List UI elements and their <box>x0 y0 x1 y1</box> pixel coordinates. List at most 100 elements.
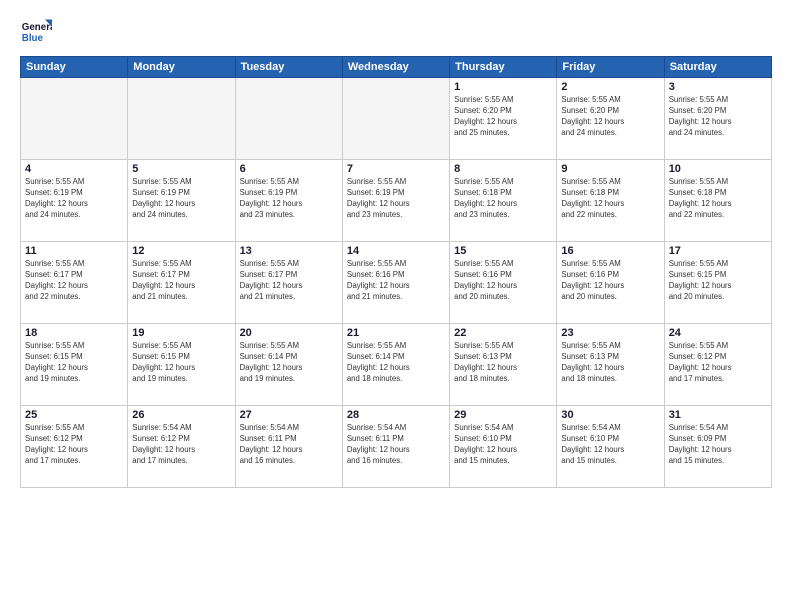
calendar-cell: 27 Sunrise: 5:54 AM Sunset: 6:11 PM Dayli… <box>235 406 342 488</box>
calendar-header-saturday: Saturday <box>664 57 771 78</box>
calendar-cell <box>342 78 449 160</box>
calendar-cell <box>21 78 128 160</box>
calendar-header-sunday: Sunday <box>21 57 128 78</box>
calendar-cell: 8 Sunrise: 5:55 AM Sunset: 6:18 PM Daylig… <box>450 160 557 242</box>
page: General Blue SundayMondayTuesdayWednesda… <box>0 0 792 612</box>
day-number: 23 <box>561 327 659 339</box>
day-info: Sunrise: 5:55 AM Sunset: 6:20 PM Dayligh… <box>561 95 659 139</box>
day-number: 31 <box>669 409 767 421</box>
day-info: Sunrise: 5:55 AM Sunset: 6:15 PM Dayligh… <box>25 341 123 385</box>
logo: General Blue <box>20 16 52 48</box>
calendar-header-thursday: Thursday <box>450 57 557 78</box>
day-number: 28 <box>347 409 445 421</box>
calendar-cell: 10 Sunrise: 5:55 AM Sunset: 6:18 PM Dayli… <box>664 160 771 242</box>
calendar-cell: 15 Sunrise: 5:55 AM Sunset: 6:16 PM Dayli… <box>450 242 557 324</box>
day-number: 8 <box>454 163 552 175</box>
day-info: Sunrise: 5:55 AM Sunset: 6:19 PM Dayligh… <box>240 177 338 221</box>
calendar-week-3: 11 Sunrise: 5:55 AM Sunset: 6:17 PM Dayli… <box>21 242 772 324</box>
day-number: 26 <box>132 409 230 421</box>
calendar-cell: 9Sunrise: 5:55 AM Sunset: 6:18 PM Daylig… <box>557 160 664 242</box>
calendar-cell: 23 Sunrise: 5:55 AM Sunset: 6:13 PM Dayli… <box>557 324 664 406</box>
calendar-cell: 26 Sunrise: 5:54 AM Sunset: 6:12 PM Dayli… <box>128 406 235 488</box>
day-info: Sunrise: 5:55 AM Sunset: 6:17 PM Dayligh… <box>25 259 123 303</box>
svg-text:Blue: Blue <box>22 33 44 44</box>
day-number: 12 <box>132 245 230 257</box>
day-number: 2 <box>561 81 659 93</box>
calendar-cell: 4 Sunrise: 5:55 AM Sunset: 6:19 PM Daylig… <box>21 160 128 242</box>
calendar-cell: 21 Sunrise: 5:55 AM Sunset: 6:14 PM Dayli… <box>342 324 449 406</box>
day-number: 16 <box>561 245 659 257</box>
day-info: Sunrise: 5:55 AM Sunset: 6:14 PM Dayligh… <box>347 341 445 385</box>
day-info: Sunrise: 5:54 AM Sunset: 6:10 PM Dayligh… <box>561 423 659 467</box>
day-info: Sunrise: 5:55 AM Sunset: 6:12 PM Dayligh… <box>25 423 123 467</box>
day-info: Sunrise: 5:55 AM Sunset: 6:12 PM Dayligh… <box>669 341 767 385</box>
day-info: Sunrise: 5:55 AM Sunset: 6:19 PM Dayligh… <box>25 177 123 221</box>
day-number: 10 <box>669 163 767 175</box>
day-info: Sunrise: 5:55 AM Sunset: 6:17 PM Dayligh… <box>240 259 338 303</box>
day-info: Sunrise: 5:54 AM Sunset: 6:11 PM Dayligh… <box>240 423 338 467</box>
day-info: Sunrise: 5:55 AM Sunset: 6:18 PM Dayligh… <box>669 177 767 221</box>
day-number: 22 <box>454 327 552 339</box>
day-number: 6 <box>240 163 338 175</box>
calendar-header-tuesday: Tuesday <box>235 57 342 78</box>
day-number: 25 <box>25 409 123 421</box>
calendar-cell: 24 Sunrise: 5:55 AM Sunset: 6:12 PM Dayli… <box>664 324 771 406</box>
day-info: Sunrise: 5:54 AM Sunset: 6:12 PM Dayligh… <box>132 423 230 467</box>
calendar-cell: 14Sunrise: 5:55 AM Sunset: 6:16 PM Dayli… <box>342 242 449 324</box>
calendar-cell: 20Sunrise: 5:55 AM Sunset: 6:14 PM Dayli… <box>235 324 342 406</box>
calendar-cell: 17Sunrise: 5:55 AM Sunset: 6:15 PM Dayli… <box>664 242 771 324</box>
calendar-cell: 29 Sunrise: 5:54 AM Sunset: 6:10 PM Dayli… <box>450 406 557 488</box>
day-number: 27 <box>240 409 338 421</box>
calendar-week-2: 4 Sunrise: 5:55 AM Sunset: 6:19 PM Daylig… <box>21 160 772 242</box>
day-info: Sunrise: 5:55 AM Sunset: 6:13 PM Dayligh… <box>561 341 659 385</box>
day-number: 7 <box>347 163 445 175</box>
calendar-header-wednesday: Wednesday <box>342 57 449 78</box>
day-number: 30 <box>561 409 659 421</box>
day-info: Sunrise: 5:55 AM Sunset: 6:18 PM Dayligh… <box>454 177 552 221</box>
header: General Blue <box>20 16 772 48</box>
day-number: 1 <box>454 81 552 93</box>
calendar-cell: 5 Sunrise: 5:55 AM Sunset: 6:19 PM Daylig… <box>128 160 235 242</box>
day-number: 15 <box>454 245 552 257</box>
calendar-week-5: 25 Sunrise: 5:55 AM Sunset: 6:12 PM Dayli… <box>21 406 772 488</box>
day-info: Sunrise: 5:54 AM Sunset: 6:10 PM Dayligh… <box>454 423 552 467</box>
day-number: 24 <box>669 327 767 339</box>
calendar-cell: 28 Sunrise: 5:54 AM Sunset: 6:11 PM Dayli… <box>342 406 449 488</box>
day-number: 3 <box>669 81 767 93</box>
calendar-cell: 22Sunrise: 5:55 AM Sunset: 6:13 PM Dayli… <box>450 324 557 406</box>
calendar-cell: 30 Sunrise: 5:54 AM Sunset: 6:10 PM Dayli… <box>557 406 664 488</box>
day-info: Sunrise: 5:55 AM Sunset: 6:20 PM Dayligh… <box>454 95 552 139</box>
calendar-header-row: SundayMondayTuesdayWednesdayThursdayFrid… <box>21 57 772 78</box>
day-info: Sunrise: 5:55 AM Sunset: 6:20 PM Dayligh… <box>669 95 767 139</box>
calendar-cell: 7Sunrise: 5:55 AM Sunset: 6:19 PM Daylig… <box>342 160 449 242</box>
day-number: 17 <box>669 245 767 257</box>
svg-text:General: General <box>22 22 52 33</box>
day-info: Sunrise: 5:54 AM Sunset: 6:11 PM Dayligh… <box>347 423 445 467</box>
logo-icon: General Blue <box>20 16 52 48</box>
calendar-header-monday: Monday <box>128 57 235 78</box>
day-info: Sunrise: 5:55 AM Sunset: 6:16 PM Dayligh… <box>454 259 552 303</box>
calendar-week-4: 18 Sunrise: 5:55 AM Sunset: 6:15 PM Dayli… <box>21 324 772 406</box>
day-info: Sunrise: 5:55 AM Sunset: 6:19 PM Dayligh… <box>132 177 230 221</box>
day-number: 5 <box>132 163 230 175</box>
calendar-cell: 18 Sunrise: 5:55 AM Sunset: 6:15 PM Dayli… <box>21 324 128 406</box>
calendar-cell: 3 Sunrise: 5:55 AM Sunset: 6:20 PM Daylig… <box>664 78 771 160</box>
day-number: 19 <box>132 327 230 339</box>
calendar-cell <box>235 78 342 160</box>
day-info: Sunrise: 5:54 AM Sunset: 6:09 PM Dayligh… <box>669 423 767 467</box>
calendar-cell: 11 Sunrise: 5:55 AM Sunset: 6:17 PM Dayli… <box>21 242 128 324</box>
day-info: Sunrise: 5:55 AM Sunset: 6:17 PM Dayligh… <box>132 259 230 303</box>
day-number: 21 <box>347 327 445 339</box>
day-info: Sunrise: 5:55 AM Sunset: 6:14 PM Dayligh… <box>240 341 338 385</box>
day-number: 29 <box>454 409 552 421</box>
day-number: 13 <box>240 245 338 257</box>
calendar-cell: 31 Sunrise: 5:54 AM Sunset: 6:09 PM Dayli… <box>664 406 771 488</box>
day-info: Sunrise: 5:55 AM Sunset: 6:16 PM Dayligh… <box>347 259 445 303</box>
day-number: 4 <box>25 163 123 175</box>
calendar-cell <box>128 78 235 160</box>
day-info: Sunrise: 5:55 AM Sunset: 6:18 PM Dayligh… <box>561 177 659 221</box>
day-info: Sunrise: 5:55 AM Sunset: 6:16 PM Dayligh… <box>561 259 659 303</box>
day-number: 18 <box>25 327 123 339</box>
calendar-cell: 13 Sunrise: 5:55 AM Sunset: 6:17 PM Dayli… <box>235 242 342 324</box>
day-number: 11 <box>25 245 123 257</box>
